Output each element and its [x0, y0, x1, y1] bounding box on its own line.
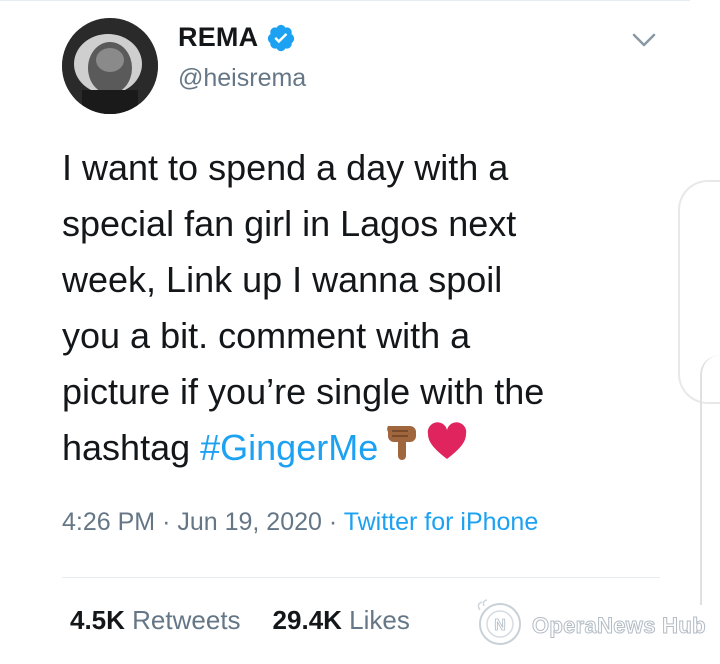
author-name-row: REMA — [178, 22, 296, 53]
retweets-stat[interactable]: 4.5K Retweets — [70, 605, 241, 635]
tweet-meta: 4:26 PM · Jun 19, 2020 · Twitter for iPh… — [62, 508, 538, 537]
tweet-text-prefix: hashtag — [62, 427, 201, 468]
hashtag-link[interactable]: #GingerMe — [200, 427, 378, 468]
tweet-text: I want to spend a day with a special fan… — [62, 140, 662, 478]
tweet-screenshot: REMA @heisrema I want to spend a day wit… — [0, 0, 720, 664]
likes-label: Likes — [349, 605, 410, 635]
tweet-text-line: week, Link up I wanna spoil — [62, 259, 503, 300]
opera-news-logo-icon: N — [472, 598, 528, 653]
verified-badge-icon — [266, 23, 296, 53]
chevron-down-icon[interactable] — [630, 30, 658, 50]
meta-separator: · — [162, 508, 171, 536]
tweet-text-last-line: hashtag #GingerMe — [62, 420, 662, 478]
avatar[interactable] — [62, 18, 158, 114]
opera-news-watermark: N OperaNews Hub — [472, 598, 706, 653]
likes-count: 29.4K — [272, 605, 342, 635]
tweet-text-line: picture if you’re single with the — [62, 371, 545, 412]
tweet-stats: 4.5K Retweets 29.4K Likes — [70, 605, 410, 636]
stats-divider — [62, 577, 660, 578]
display-name[interactable]: REMA — [178, 22, 258, 53]
svg-text:N: N — [494, 617, 506, 634]
top-divider — [0, 0, 690, 1]
handle[interactable]: @heisrema — [178, 64, 306, 93]
tweet-text-line: I want to spend a day with a — [62, 147, 509, 188]
tweet-source-link[interactable]: Twitter for iPhone — [344, 508, 539, 536]
watermark-text: OperaNews Hub — [532, 612, 707, 638]
tweet-time[interactable]: 4:26 PM — [62, 508, 155, 536]
overlay-edge — [700, 355, 720, 605]
tweet-date[interactable]: Jun 19, 2020 — [177, 508, 322, 536]
likes-stat[interactable]: 29.4K Likes — [273, 605, 410, 635]
red-heart-icon — [426, 422, 468, 478]
tweet-text-line: you a bit. comment with a — [62, 315, 471, 356]
retweets-count: 4.5K — [70, 605, 125, 635]
meta-separator: · — [328, 508, 338, 536]
pointing-down-hand-icon — [382, 422, 422, 478]
tweet-text-line: special fan girl in Lagos next — [62, 203, 517, 244]
retweets-label: Retweets — [132, 605, 241, 635]
